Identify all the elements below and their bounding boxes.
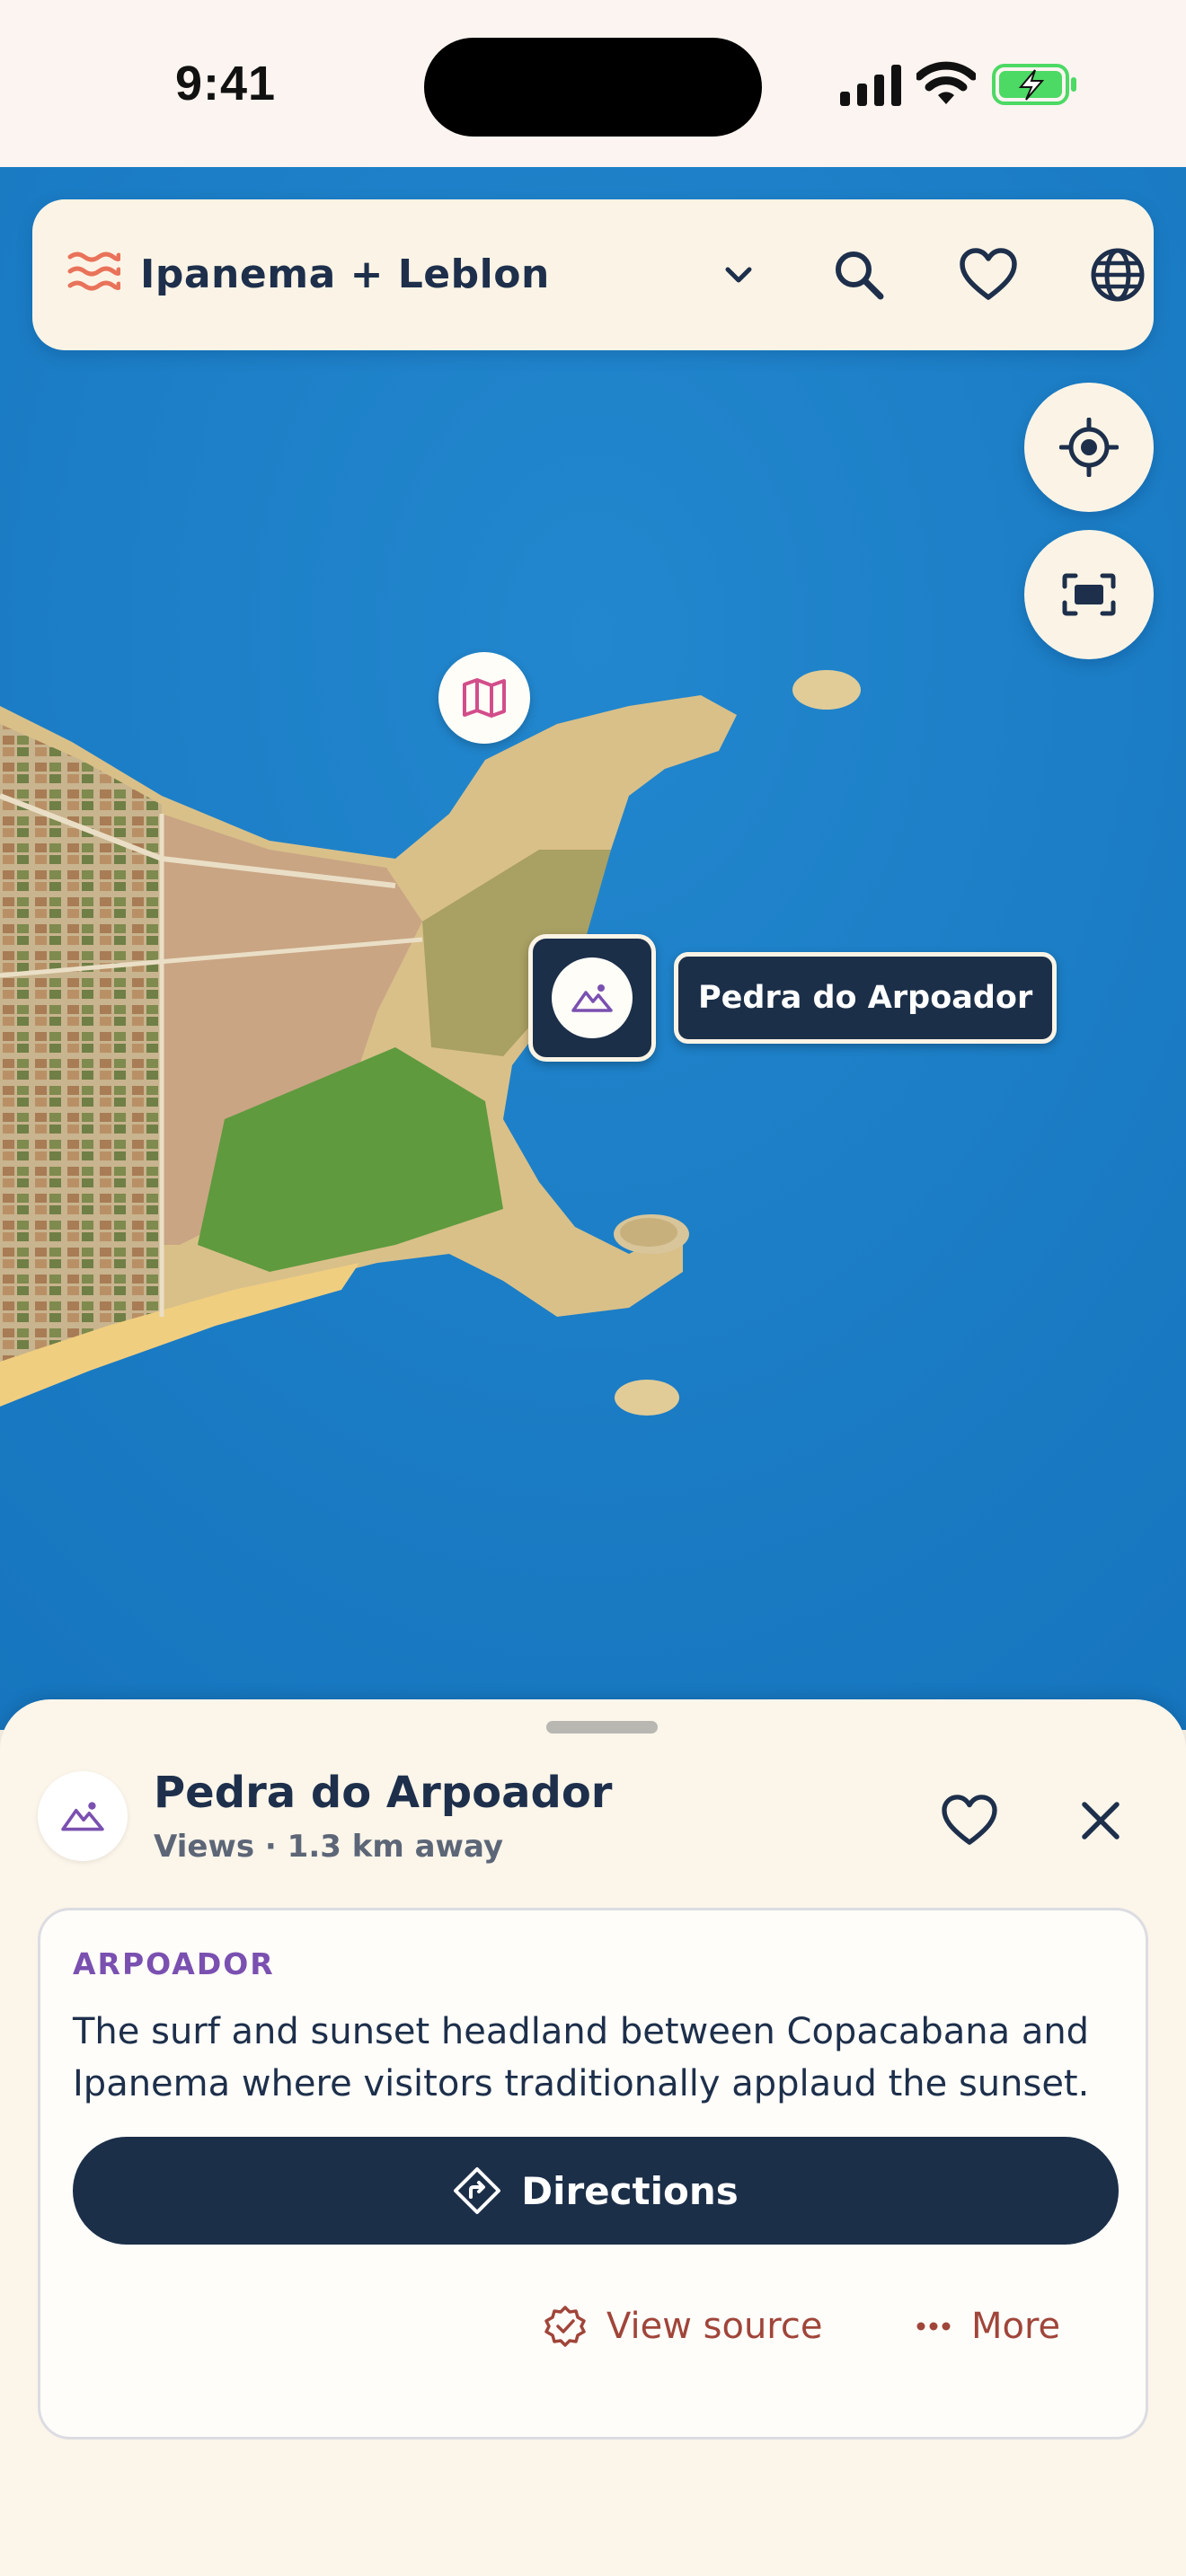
status-time: 9:41 — [175, 57, 277, 110]
more-dots-icon — [916, 2322, 951, 2331]
selected-place-label[interactable]: Pedra do Arpoador — [674, 952, 1058, 1044]
directions-button[interactable]: Directions — [73, 2137, 1119, 2245]
dynamic-island — [424, 38, 762, 137]
place-category-avatar — [38, 1771, 128, 1861]
battery-charging-icon — [992, 64, 1076, 105]
heart-icon — [960, 248, 1017, 300]
heart-icon — [942, 1795, 997, 1845]
waves-icon — [67, 251, 120, 291]
mountain-view-icon — [571, 984, 613, 1012]
search-icon — [836, 251, 884, 300]
location-header: Ipanema + Leblon — [32, 199, 1154, 350]
place-subtitle: Views · 1.3 km away — [154, 1829, 504, 1865]
folded-map-icon — [463, 678, 506, 718]
place-description: The surf and sunset headland between Cop… — [73, 2011, 1090, 2104]
place-area-eyebrow: ARPOADOR — [73, 1946, 275, 1981]
directions-icon — [454, 2167, 501, 2214]
more-label: More — [971, 2306, 1061, 2347]
status-bar: 9:41 — [0, 0, 1186, 167]
chevron-down-icon — [725, 267, 752, 283]
favorite-place-button[interactable] — [929, 1780, 1010, 1861]
place-info-card: ARPOADOR The surf and sunset headland be… — [38, 1908, 1148, 2439]
close-icon — [1082, 1802, 1120, 1839]
cellular-signal-icon — [840, 65, 901, 106]
verified-badge-icon — [544, 2306, 586, 2347]
globe-icon — [1091, 248, 1145, 302]
close-sheet-button[interactable] — [1060, 1780, 1141, 1861]
region-title[interactable]: Ipanema + Leblon — [140, 199, 550, 350]
search-button[interactable] — [814, 230, 904, 320]
fit-view-button[interactable] — [1024, 530, 1154, 659]
favorites-button[interactable] — [943, 230, 1033, 320]
crosshair-icon — [1059, 418, 1119, 477]
place-detail-sheet: Pedra do Arpoador Views · 1.3 km away AR… — [0, 1699, 1186, 2576]
more-options-link[interactable]: More — [916, 2295, 1060, 2358]
place-title: Pedra do Arpoador — [154, 1768, 613, 1818]
map-pin-guide[interactable] — [438, 652, 530, 744]
mountain-view-icon — [61, 1802, 104, 1831]
view-source-label: View source — [606, 2306, 823, 2347]
language-button[interactable] — [1073, 230, 1163, 320]
locate-me-button[interactable] — [1024, 383, 1154, 512]
directions-label: Directions — [521, 2168, 739, 2213]
view-source-link[interactable]: View source — [544, 2295, 822, 2358]
region-dropdown-button[interactable] — [694, 230, 783, 320]
selected-place-pin[interactable] — [528, 934, 656, 1062]
wifi-icon — [916, 61, 976, 104]
sheet-drag-handle[interactable] — [546, 1721, 658, 1734]
fit-frame-icon — [1062, 573, 1116, 616]
selected-pin-badge — [552, 957, 633, 1038]
